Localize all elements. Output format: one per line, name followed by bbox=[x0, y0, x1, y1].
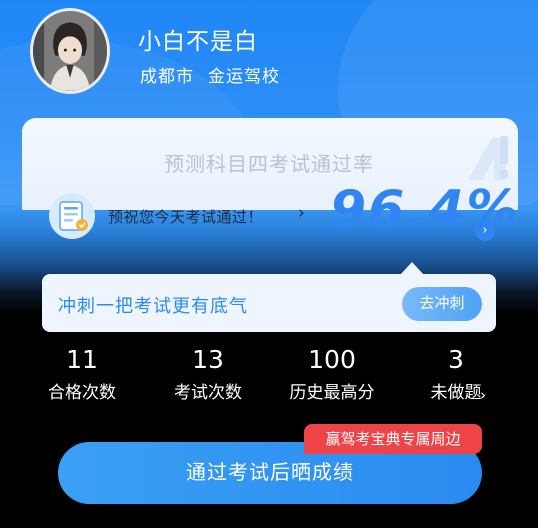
stat-value: 13 bbox=[192, 345, 224, 374]
decorative-logo-icon bbox=[462, 130, 512, 185]
sprint-text: 冲刺一把考试更有底气 bbox=[58, 296, 248, 317]
stat-label: 合格次数 bbox=[48, 383, 116, 403]
sprint-button[interactable]: 去冲刺 bbox=[402, 287, 482, 321]
stat-value: 11 bbox=[66, 345, 98, 374]
avatar[interactable] bbox=[30, 8, 110, 94]
stat-exam-count[interactable]: 13 考试次数 bbox=[166, 344, 250, 406]
exam-document-icon bbox=[48, 192, 96, 240]
school-label: 金运驾校 bbox=[208, 67, 280, 87]
username: 小白不是白 bbox=[138, 29, 258, 55]
prediction-title: 预测科目四考试通过率 bbox=[164, 152, 374, 176]
chevron-right-icon[interactable]: › bbox=[298, 203, 305, 223]
wish-text[interactable]: 预祝您今天考试通过！ bbox=[108, 206, 263, 227]
chevron-right-icon[interactable]: › bbox=[480, 386, 486, 404]
stat-label: 考试次数 bbox=[174, 383, 242, 403]
location: 成都市 金运驾校 bbox=[140, 62, 294, 87]
city-label: 成都市 bbox=[140, 67, 194, 87]
stat-value: 3 bbox=[448, 345, 464, 374]
stat-value: 100 bbox=[308, 345, 356, 374]
stat-label: 历史最高分 bbox=[289, 383, 375, 403]
stat-best-score[interactable]: 100 历史最高分 bbox=[278, 344, 386, 406]
promo-tag[interactable]: 赢驾考宝典专属周边 bbox=[304, 424, 482, 454]
chevron-circle-right-icon[interactable]: › bbox=[475, 221, 495, 241]
stat-pass-count[interactable]: 11 合格次数 bbox=[40, 344, 124, 406]
